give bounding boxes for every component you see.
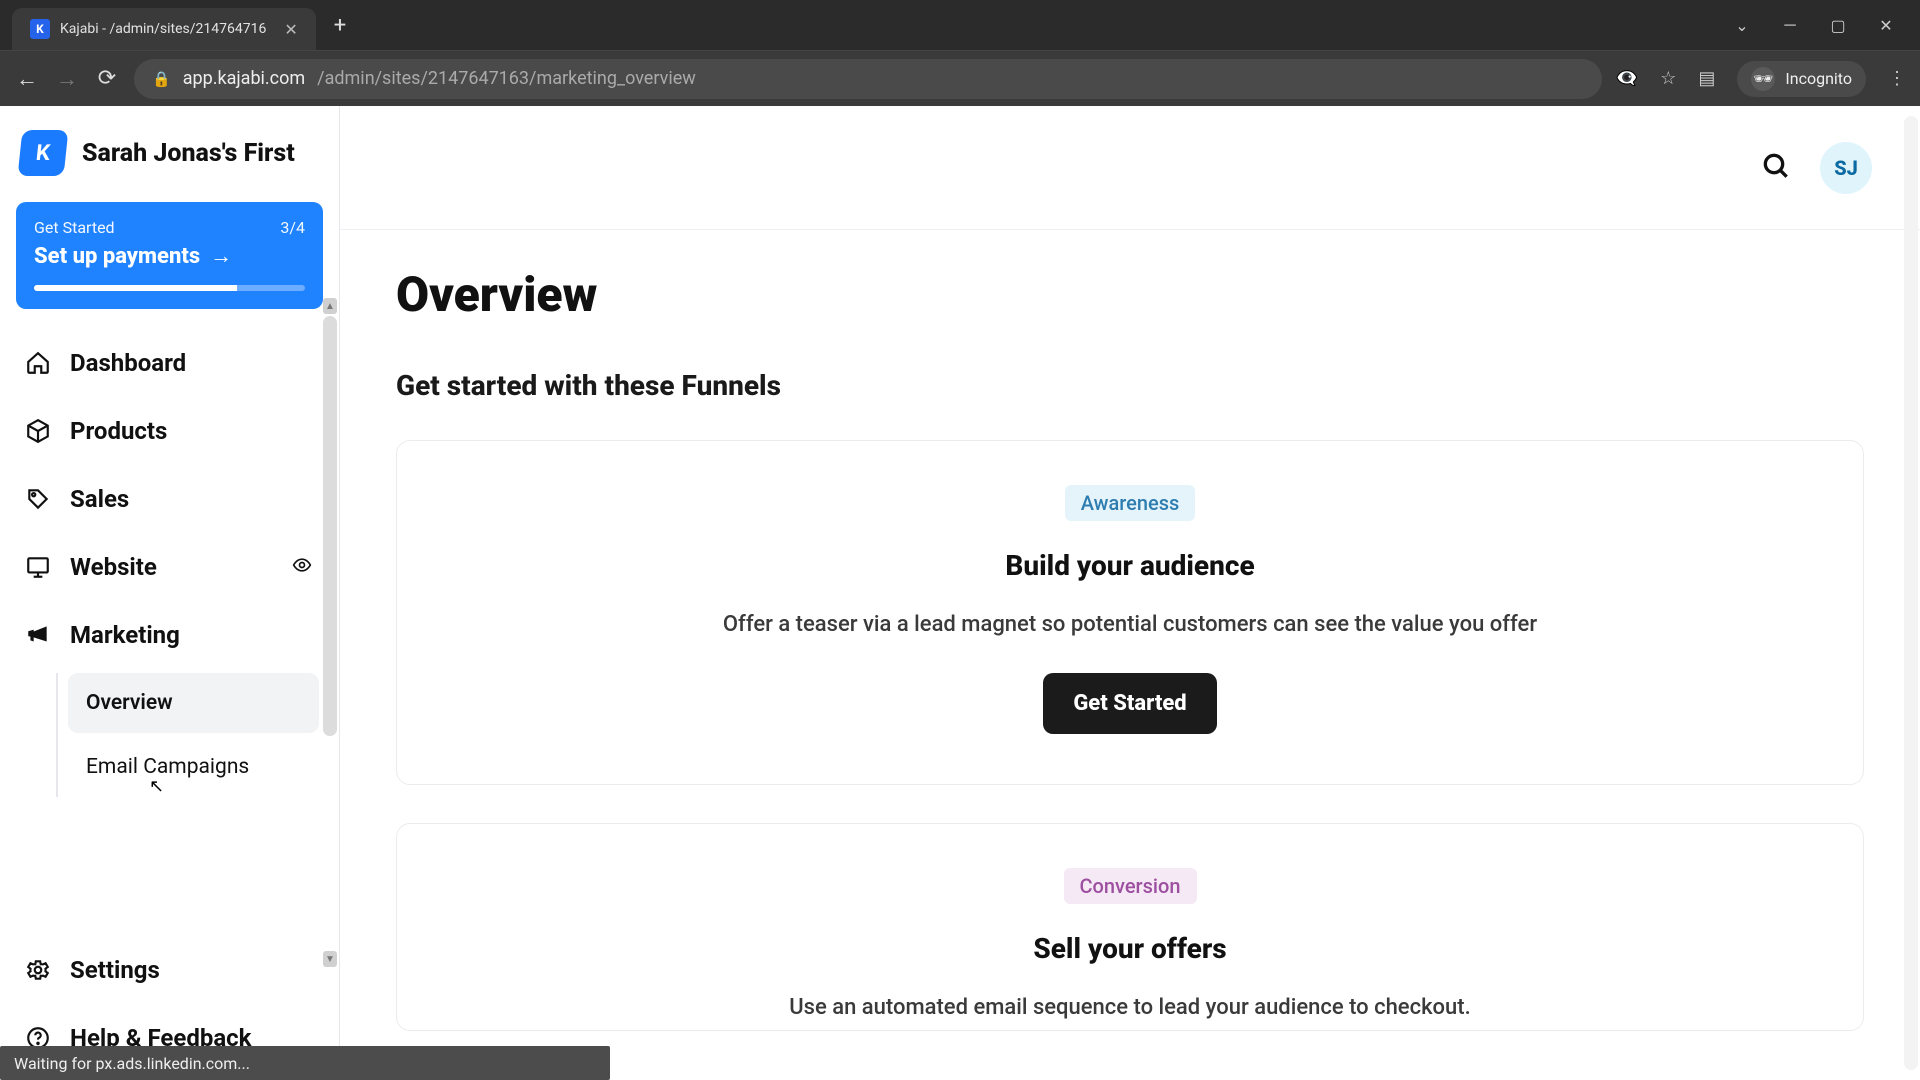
kajabi-favicon-icon: K (30, 19, 50, 39)
sidebar-scroll-down-icon[interactable]: ▼ (323, 951, 337, 967)
arrow-right-icon: → (210, 243, 232, 269)
sidebar-scrollbar[interactable] (323, 316, 337, 736)
sidebar-item-sales[interactable]: Sales (10, 465, 329, 533)
lock-icon: 🔒 (152, 70, 171, 88)
sidebar-item-settings[interactable]: Settings (10, 936, 329, 1004)
funnel-heading: Build your audience (437, 549, 1823, 582)
funnel-heading: Sell your offers (437, 932, 1823, 965)
sidebar-item-label: Settings (70, 956, 160, 984)
get-started-action: Set up payments (34, 244, 200, 269)
status-bar: Waiting for px.ads.linkedin.com... (0, 1046, 610, 1080)
kebab-menu-icon[interactable]: ⋮ (1888, 68, 1906, 89)
gear-icon (24, 956, 52, 984)
funnel-body: Offer a teaser via a lead magnet so pote… (437, 612, 1823, 637)
search-icon[interactable] (1760, 150, 1792, 186)
sidebar-item-label: Products (70, 417, 167, 445)
sidebar-scroll-up-icon[interactable]: ▲ (323, 298, 337, 314)
subnav-item-label: Overview (86, 691, 173, 715)
maximize-window-icon[interactable]: ▢ (1828, 16, 1848, 35)
sidebar-item-marketing[interactable]: Marketing (10, 601, 329, 669)
sidebar-item-dashboard[interactable]: Dashboard (10, 329, 329, 397)
address-bar[interactable]: 🔒 app.kajabi.com/admin/sites/2147647163/… (134, 59, 1602, 99)
close-window-icon[interactable]: ✕ (1876, 16, 1896, 35)
funnel-tag: Conversion (1064, 868, 1197, 904)
browser-tab[interactable]: K Kajabi - /admin/sites/214764716 ✕ (12, 8, 316, 50)
sidebar-item-website[interactable]: Website (10, 533, 329, 601)
get-started-label: Get Started (34, 218, 115, 237)
funnel-tag: Awareness (1065, 485, 1196, 521)
eye-icon[interactable] (289, 553, 315, 581)
avatar[interactable]: SJ (1820, 142, 1872, 194)
get-started-card[interactable]: Get Started 3/4 Set up payments → (16, 202, 323, 309)
url-host: app.kajabi.com (183, 68, 305, 89)
page-title: Overview (396, 266, 1864, 323)
progress-bar (34, 285, 305, 291)
minimize-window-icon[interactable]: ─ (1780, 15, 1800, 35)
tracking-blocked-icon[interactable]: 👁‍🗨 (1616, 68, 1638, 89)
get-started-button[interactable]: Get Started (1043, 673, 1216, 734)
status-text: Waiting for px.ads.linkedin.com... (14, 1054, 250, 1073)
funnel-card-conversion: Conversion Sell your offers Use an autom… (396, 823, 1864, 1031)
sidebar-item-label: Website (70, 553, 157, 581)
reload-button[interactable]: ⟳ (94, 66, 120, 91)
funnel-card-awareness: Awareness Build your audience Offer a te… (396, 440, 1864, 785)
subnav-item-overview[interactable]: Overview (68, 673, 319, 733)
box-icon (24, 417, 52, 445)
tab-title: Kajabi - /admin/sites/214764716 (60, 21, 266, 37)
sidebar-item-products[interactable]: Products (10, 397, 329, 465)
tag-icon (24, 485, 52, 513)
subnav-item-email-campaigns[interactable]: Email Campaigns (68, 737, 319, 797)
kajabi-logo-icon[interactable]: K (18, 130, 69, 176)
panel-icon[interactable]: ▤ (1698, 68, 1715, 89)
home-icon (24, 349, 52, 377)
monitor-icon (24, 553, 52, 581)
subnav-item-label: Email Campaigns (86, 755, 249, 779)
funnel-body: Use an automated email sequence to lead … (437, 995, 1823, 1020)
incognito-label: Incognito (1785, 69, 1852, 88)
sidebar-item-label: Marketing (70, 621, 180, 649)
incognito-icon: 🕶 (1751, 67, 1775, 91)
forward-button[interactable]: → (54, 66, 80, 92)
tabs-dropdown-icon[interactable]: ⌄ (1732, 16, 1752, 35)
new-tab-button[interactable]: + (334, 13, 346, 38)
back-button[interactable]: ← (14, 66, 40, 92)
incognito-badge[interactable]: 🕶 Incognito (1737, 61, 1866, 97)
site-name[interactable]: Sarah Jonas's First (82, 139, 295, 168)
get-started-progress: 3/4 (280, 218, 305, 237)
avatar-initials: SJ (1834, 156, 1858, 180)
megaphone-icon (24, 621, 52, 649)
main-scrollbar[interactable] (1904, 116, 1918, 1070)
url-path: /admin/sites/2147647163/marketing_overvi… (317, 68, 696, 89)
sidebar-item-label: Dashboard (70, 349, 186, 377)
sidebar-item-label: Sales (70, 485, 129, 513)
bookmark-icon[interactable]: ☆ (1660, 68, 1676, 89)
close-tab-icon[interactable]: ✕ (284, 20, 297, 39)
section-title: Get started with these Funnels (396, 369, 1864, 402)
